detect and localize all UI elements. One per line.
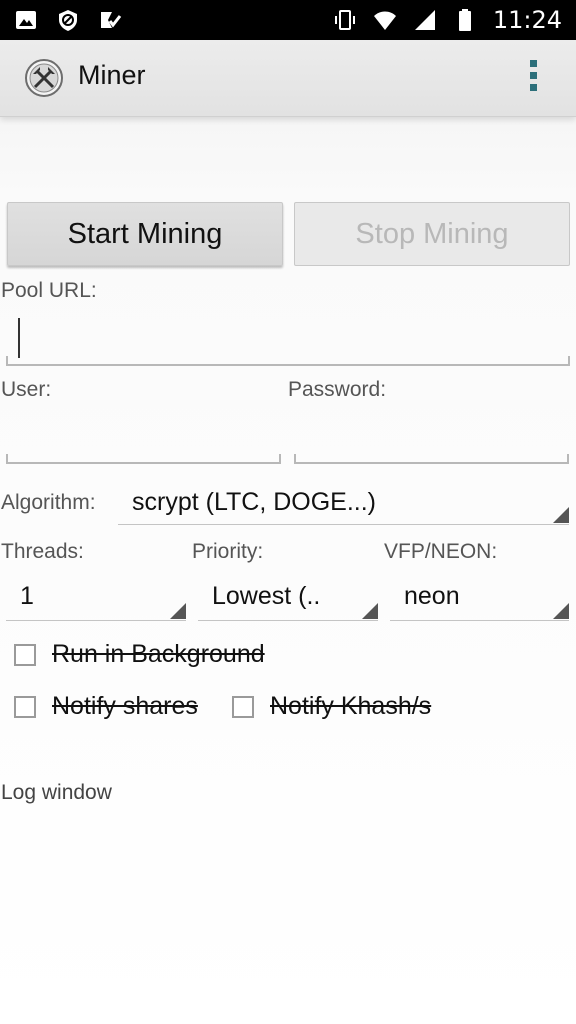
battery-icon [458, 9, 471, 31]
task-check-icon [101, 12, 122, 28]
dropdown-arrow-icon [553, 507, 569, 523]
notify-khash-option[interactable]: Notify Khash/s [232, 692, 431, 721]
notify-shares-label: Notify shares [52, 692, 198, 720]
notify-shares-option[interactable]: Notify shares [14, 692, 198, 721]
notify-khash-checkbox[interactable] [232, 695, 254, 718]
run-background-option[interactable]: Run in Background [14, 640, 265, 669]
priority-label: Priority: [192, 540, 264, 563]
dropdown-arrow-icon [170, 603, 186, 619]
app-bar: Miner [0, 40, 576, 117]
overflow-menu-icon[interactable] [528, 60, 538, 96]
vpn-shield-icon [59, 10, 77, 31]
priority-value: Lowest (.. [212, 582, 321, 610]
image-icon [16, 11, 36, 29]
threads-dropdown[interactable]: 1 [6, 582, 186, 621]
threads-label: Threads: [1, 540, 84, 563]
vfp-neon-value: neon [404, 582, 460, 610]
text-cursor [18, 318, 20, 358]
miner-pickaxe-icon [25, 59, 63, 97]
password-input[interactable] [294, 420, 569, 464]
start-mining-button[interactable]: Start Mining [7, 202, 283, 266]
signal-icon [414, 10, 435, 30]
vibrate-icon [334, 10, 355, 30]
clock: 11:24 [492, 6, 562, 34]
dropdown-arrow-icon [362, 603, 378, 619]
log-window-label: Log window [1, 781, 112, 804]
priority-dropdown[interactable]: Lowest (.. [198, 582, 378, 621]
threads-value: 1 [20, 582, 34, 610]
wifi-icon [373, 11, 396, 30]
algorithm-label: Algorithm: [1, 491, 96, 514]
user-label: User: [1, 378, 52, 401]
run-background-checkbox[interactable] [14, 643, 36, 666]
notify-shares-checkbox[interactable] [14, 695, 36, 718]
algorithm-dropdown[interactable]: scrypt (LTC, DOGE...) [118, 488, 569, 525]
user-input[interactable] [6, 420, 281, 464]
notify-khash-label: Notify Khash/s [270, 692, 432, 720]
algorithm-value: scrypt (LTC, DOGE...) [132, 488, 376, 516]
password-label: Password: [288, 378, 387, 401]
dropdown-arrow-icon [553, 603, 569, 619]
status-bar: 11:24 [0, 0, 576, 40]
app-title: Miner [78, 60, 146, 90]
vfp-neon-dropdown[interactable]: neon [390, 582, 569, 621]
stop-mining-button[interactable]: Stop Mining [294, 202, 570, 266]
pool-url-input[interactable] [6, 300, 570, 366]
vfp-neon-label: VFP/NEON: [384, 540, 498, 563]
run-background-label: Run in Background [52, 640, 265, 668]
